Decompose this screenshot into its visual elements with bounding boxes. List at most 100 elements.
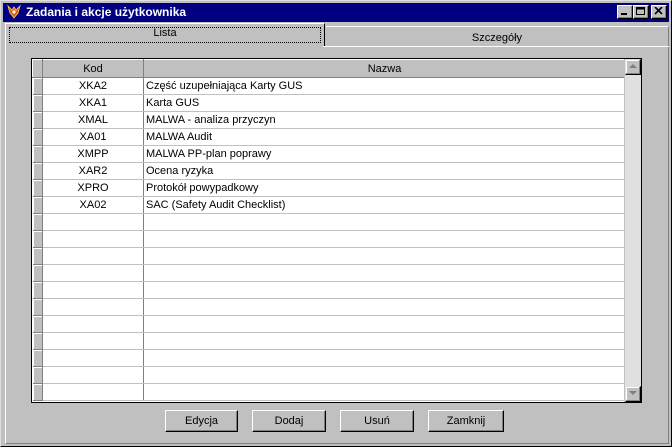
row-selector[interactable] — [32, 298, 43, 316]
cell-kod[interactable] — [42, 298, 144, 316]
cell-kod[interactable] — [42, 213, 144, 231]
cell-kod[interactable]: XA01 — [42, 128, 144, 146]
edit-button[interactable]: Edycja — [165, 410, 238, 432]
row-selector[interactable] — [32, 94, 43, 112]
cell-kod[interactable]: XA02 — [42, 196, 144, 214]
table-row[interactable]: XPRO Protokół powypadkowy — [32, 179, 626, 197]
cell-nazwa[interactable] — [143, 264, 626, 282]
cell-kod[interactable] — [42, 315, 144, 333]
cell-nazwa[interactable]: Ocena ryzyka — [143, 162, 626, 180]
tab-lista[interactable]: Lista — [5, 23, 325, 47]
table-row[interactable]: XA01 MALWA Audit — [32, 128, 626, 146]
row-selector[interactable] — [32, 315, 43, 333]
cell-nazwa[interactable]: Karta GUS — [143, 94, 626, 112]
table-row[interactable]: XKA2 Część uzupełniająca Karty GUS — [32, 77, 626, 95]
table-row[interactable]: XA02 SAC (Safety Audit Checklist) — [32, 196, 626, 214]
window-title: Zadania i akcje użytkownika — [26, 5, 187, 19]
cell-kod[interactable] — [42, 383, 144, 401]
cell-kod[interactable] — [42, 332, 144, 350]
row-selector[interactable] — [32, 179, 43, 197]
cell-kod[interactable] — [42, 281, 144, 299]
row-selector[interactable] — [32, 111, 43, 129]
row-selector[interactable] — [32, 213, 43, 231]
table-row[interactable]: XMPP MALWA PP-plan poprawy — [32, 145, 626, 163]
cell-kod[interactable] — [42, 230, 144, 248]
cell-nazwa[interactable]: MALWA PP-plan poprawy — [143, 145, 626, 163]
row-selector[interactable] — [32, 366, 43, 384]
cell-kod[interactable]: XAR2 — [42, 162, 144, 180]
close-button[interactable]: Zamknij — [428, 410, 504, 432]
cell-nazwa[interactable] — [143, 247, 626, 265]
cell-kod[interactable]: XKA1 — [42, 94, 144, 112]
vertical-scrollbar[interactable] — [624, 59, 641, 402]
row-selector[interactable] — [32, 281, 43, 299]
cell-kod[interactable]: XMAL — [42, 111, 144, 129]
cell-nazwa[interactable] — [143, 315, 626, 333]
table-row[interactable] — [32, 315, 626, 333]
tab-szczegoly-label: Szczegóły — [471, 32, 523, 44]
cell-nazwa[interactable] — [143, 213, 626, 231]
row-selector[interactable] — [32, 247, 43, 265]
table-row[interactable] — [32, 349, 626, 367]
cell-kod[interactable] — [42, 247, 144, 265]
cell-kod[interactable]: XKA2 — [42, 77, 144, 95]
cell-nazwa[interactable] — [143, 332, 626, 350]
close-icon — [654, 7, 663, 15]
cell-kod[interactable] — [42, 264, 144, 282]
cell-kod[interactable] — [42, 366, 144, 384]
table-row[interactable] — [32, 281, 626, 299]
row-selector[interactable] — [32, 383, 43, 401]
row-selector[interactable] — [32, 230, 43, 248]
table-row[interactable] — [32, 298, 626, 316]
cell-nazwa[interactable]: MALWA - analiza przyczyn — [143, 111, 626, 129]
column-header-nazwa[interactable]: Nazwa — [143, 59, 626, 78]
row-selector[interactable] — [32, 349, 43, 367]
table-row[interactable]: XAR2 Ocena ryzyka — [32, 162, 626, 180]
minimize-button[interactable] — [617, 5, 633, 19]
cell-kod[interactable] — [42, 349, 144, 367]
row-selector[interactable] — [32, 77, 43, 95]
row-selector[interactable] — [32, 128, 43, 146]
scroll-down-button[interactable] — [625, 386, 641, 402]
title-bar[interactable]: Zadania i akcje użytkownika — [3, 3, 669, 22]
grid-table: Kod Nazwa XKA2 Część uzupełniająca Karty … — [32, 59, 626, 401]
table-row[interactable] — [32, 332, 626, 350]
table-row[interactable] — [32, 366, 626, 384]
cell-nazwa[interactable]: MALWA Audit — [143, 128, 626, 146]
table-row[interactable] — [32, 264, 626, 282]
grid-body: XKA2 Część uzupełniająca Karty GUS XKA1 Kar… — [32, 77, 626, 401]
tab-szczegoly[interactable]: Szczegóły — [326, 26, 669, 47]
table-row[interactable] — [32, 213, 626, 231]
table-row[interactable]: XMAL MALWA - analiza przyczyn — [32, 111, 626, 129]
cell-kod[interactable]: XPRO — [42, 179, 144, 197]
row-selector[interactable] — [32, 196, 43, 214]
cell-nazwa[interactable] — [143, 281, 626, 299]
column-header-kod[interactable]: Kod — [42, 59, 144, 78]
close-window-button[interactable] — [651, 5, 667, 19]
scroll-up-button[interactable] — [625, 59, 641, 75]
table-row[interactable] — [32, 230, 626, 248]
data-grid[interactable]: Kod Nazwa XKA2 Część uzupełniająca Karty … — [31, 58, 642, 403]
table-row[interactable] — [32, 383, 626, 401]
row-selector[interactable] — [32, 162, 43, 180]
delete-button[interactable]: Usuń — [340, 410, 414, 432]
maximize-button[interactable] — [633, 5, 649, 19]
app-logo-icon — [6, 4, 22, 20]
table-row[interactable]: XKA1 Karta GUS — [32, 94, 626, 112]
cell-nazwa[interactable] — [143, 366, 626, 384]
add-button[interactable]: Dodaj — [252, 410, 326, 432]
row-selector[interactable] — [32, 264, 43, 282]
main-window: Zadania i akcje użytkownika Lista Szczeg… — [0, 0, 672, 447]
row-selector[interactable] — [32, 145, 43, 163]
row-selector[interactable] — [32, 332, 43, 350]
table-row[interactable] — [32, 247, 626, 265]
cell-nazwa[interactable]: Część uzupełniająca Karty GUS — [143, 77, 626, 95]
tab-strip: Lista Szczegóły — [5, 23, 669, 47]
cell-nazwa[interactable] — [143, 230, 626, 248]
cell-nazwa[interactable] — [143, 298, 626, 316]
cell-nazwa[interactable] — [143, 349, 626, 367]
cell-nazwa[interactable]: SAC (Safety Audit Checklist) — [143, 196, 626, 214]
cell-kod[interactable]: XMPP — [42, 145, 144, 163]
cell-nazwa[interactable] — [143, 383, 626, 401]
cell-nazwa[interactable]: Protokół powypadkowy — [143, 179, 626, 197]
